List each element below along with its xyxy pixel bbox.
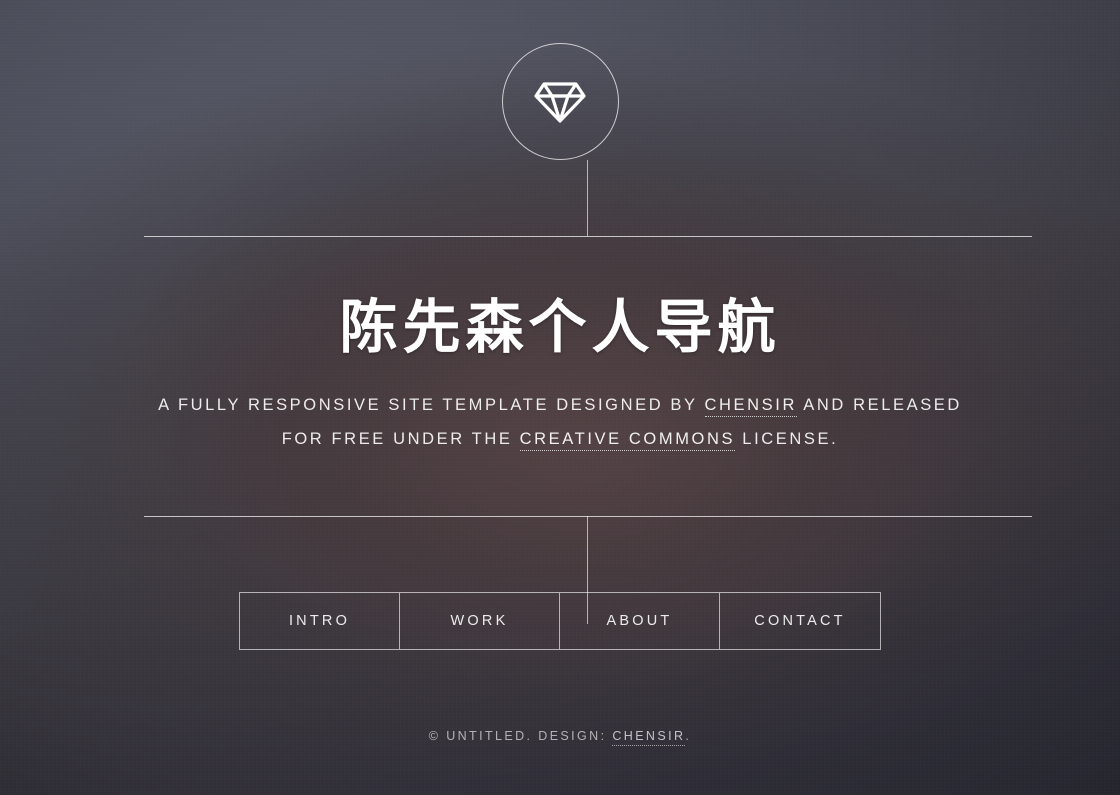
page-title: 陈先森个人导航 — [339, 295, 781, 360]
footer: © UNTITLED. DESIGN: CHENSIR. — [0, 729, 1120, 746]
footer-chensir-link[interactable]: CHENSIR — [612, 729, 686, 746]
hero-subtitle: A FULLY RESPONSIVE SITE TEMPLATE DESIGNE… — [110, 388, 1010, 456]
diamond-icon — [534, 80, 586, 124]
subtitle-line2-after: LICENSE. — [735, 430, 839, 448]
chensir-link[interactable]: CHENSIR — [704, 396, 797, 417]
subtitle-line1-after: AND RELEASED — [796, 396, 962, 414]
footer-text-before: © UNTITLED. DESIGN: — [428, 729, 613, 743]
footer-text-after: . — [685, 729, 692, 743]
nav-item-contact[interactable]: CONTACT — [720, 593, 880, 649]
nav-item-intro[interactable]: INTRO — [240, 593, 400, 649]
nav-item-about[interactable]: ABOUT — [560, 593, 720, 649]
landing-page: 陈先森个人导航 A FULLY RESPONSIVE SITE TEMPLATE… — [0, 0, 1120, 795]
creative-commons-link[interactable]: CREATIVE COMMONS — [519, 430, 736, 451]
connector-line-top — [587, 160, 588, 236]
subtitle-line1-before: A FULLY RESPONSIVE SITE TEMPLATE DESIGNE… — [158, 396, 705, 414]
nav-item-work[interactable]: WORK — [400, 593, 560, 649]
divider-bottom — [144, 516, 1032, 517]
logo-circle — [501, 43, 619, 160]
main-nav: INTRO WORK ABOUT CONTACT — [239, 592, 881, 650]
logo-container — [0, 43, 1120, 160]
subtitle-line2-before: FOR FREE UNDER THE — [281, 430, 520, 448]
divider-top — [144, 236, 1032, 237]
